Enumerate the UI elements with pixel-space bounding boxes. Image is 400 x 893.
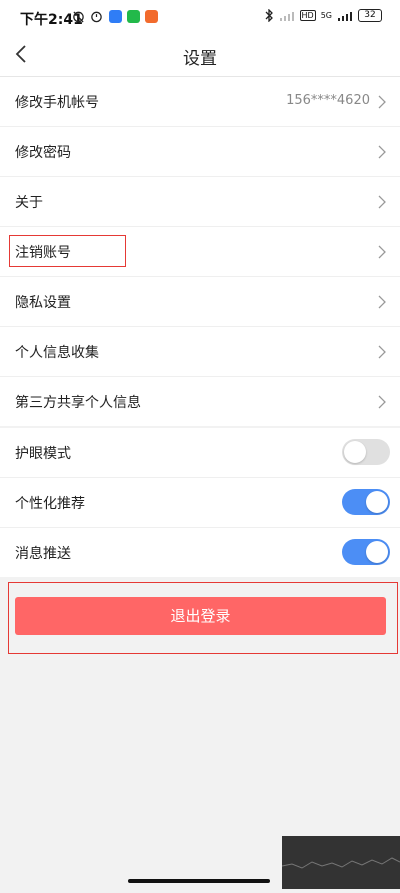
phone-number: 156****4620 — [286, 93, 370, 108]
row-label: 关于 — [15, 195, 43, 211]
chevron-right-icon — [378, 145, 386, 159]
logout-highlight-box: 退出登录 — [8, 582, 398, 654]
wechat-icon — [127, 10, 140, 23]
chevron-right-icon — [378, 95, 386, 109]
personalized-recommendation-toggle[interactable] — [342, 489, 390, 515]
signal-strength-icon — [338, 11, 352, 21]
alarm-icon — [91, 11, 102, 23]
status-bar: 下午2:41 HD 5G 32 — [0, 0, 400, 34]
status-right: HD 5G 32 — [264, 9, 382, 22]
logout-button[interactable]: 退出登录 — [15, 597, 386, 635]
preference-toggles-group: 护眼模式 个性化推荐 消息推送 — [0, 428, 400, 577]
push-notification-row: 消息推送 — [0, 528, 400, 577]
personalized-recommendation-row: 个性化推荐 — [0, 478, 400, 528]
personal-info-collection-row[interactable]: 个人信息收集 — [0, 327, 400, 377]
overlay-thumbnail — [281, 836, 400, 889]
waveform-graphic — [281, 857, 400, 869]
nav-bar: 设置 — [0, 34, 400, 77]
row-label: 隐私设置 — [15, 295, 71, 311]
eye-protection-toggle[interactable] — [342, 439, 390, 465]
eye-protection-row: 护眼模式 — [0, 428, 400, 478]
row-label: 个人信息收集 — [15, 345, 99, 361]
chevron-right-icon — [378, 245, 386, 259]
account-settings-group: 修改手机帐号 156****4620 修改密码 关于 注销账号 隐私设置 个人信… — [0, 77, 400, 426]
row-label: 修改密码 — [15, 145, 71, 161]
app-notification-icon-2 — [145, 10, 158, 23]
push-notification-toggle[interactable] — [342, 539, 390, 565]
privacy-settings-row[interactable]: 隐私设置 — [0, 277, 400, 327]
page-title: 设置 — [183, 49, 217, 69]
delete-account-row[interactable]: 注销账号 — [0, 227, 400, 277]
signal-icon — [279, 11, 294, 21]
row-label: 修改手机帐号 — [15, 95, 99, 111]
row-label: 个性化推荐 — [15, 496, 85, 512]
change-phone-account-row[interactable]: 修改手机帐号 156****4620 — [0, 77, 400, 127]
chevron-right-icon — [378, 195, 386, 209]
alarm-off-icon — [73, 11, 84, 23]
change-password-row[interactable]: 修改密码 — [0, 127, 400, 177]
bluetooth-icon — [265, 9, 273, 22]
app-notification-icon — [109, 10, 122, 23]
chevron-right-icon — [378, 295, 386, 309]
row-label: 护眼模式 — [15, 446, 71, 462]
toggle-knob — [366, 491, 388, 513]
chevron-right-icon — [378, 395, 386, 409]
toggle-knob — [366, 541, 388, 563]
row-label: 注销账号 — [15, 245, 71, 261]
about-row[interactable]: 关于 — [0, 177, 400, 227]
battery-icon: 32 — [358, 9, 382, 22]
row-label: 第三方共享个人信息 — [15, 395, 141, 411]
third-party-sharing-row[interactable]: 第三方共享个人信息 — [0, 377, 400, 426]
network-type: 5G — [320, 11, 332, 20]
chevron-right-icon — [378, 345, 386, 359]
row-label: 消息推送 — [15, 546, 71, 562]
toggle-knob — [344, 441, 366, 463]
home-indicator[interactable] — [128, 879, 270, 883]
hd-icon: HD — [299, 10, 316, 21]
